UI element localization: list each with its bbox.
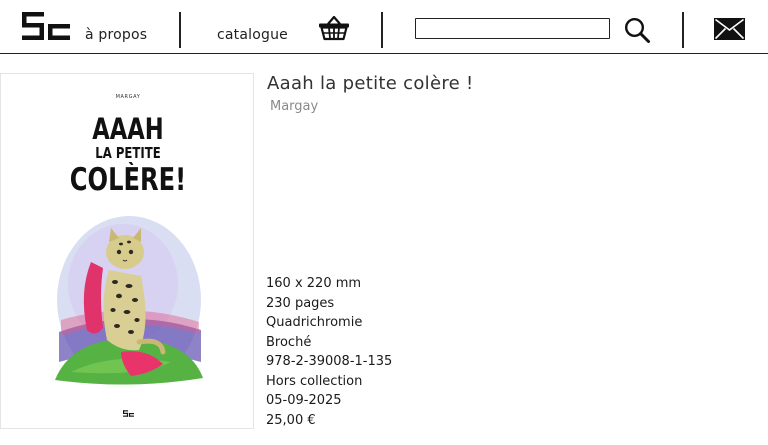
search-button[interactable] xyxy=(624,17,651,48)
logo-5c-icon xyxy=(22,12,70,40)
book-cover[interactable]: MARGAY AAAH LA PETITE COLÈRE! xyxy=(0,73,254,429)
divider xyxy=(682,12,684,48)
book-specs: 160 x 220 mm 230 pages Quadrichromie Bro… xyxy=(266,274,392,430)
cover-title-line: COLÈRE! xyxy=(69,162,187,198)
logo-5c-icon xyxy=(123,410,134,417)
cover-author: MARGAY xyxy=(115,94,141,100)
spec-collection: Hors collection xyxy=(266,373,363,389)
basket-icon xyxy=(319,15,349,41)
nav-catalogue-link[interactable]: catalogue xyxy=(217,27,288,43)
divider xyxy=(381,12,383,48)
book-author-link[interactable]: Margay xyxy=(270,99,318,114)
site-logo[interactable] xyxy=(22,12,70,44)
cover-publisher-logo xyxy=(123,402,134,421)
cover-illustration xyxy=(51,212,206,391)
spec-binding: Broché xyxy=(266,334,312,350)
spec-price: 25,00 € xyxy=(266,412,316,428)
search-input[interactable] xyxy=(415,18,610,39)
envelope-icon xyxy=(714,18,745,40)
magnifier-icon xyxy=(624,17,650,43)
cover-title-line: AAAH xyxy=(92,112,164,146)
basket-button[interactable] xyxy=(318,15,350,45)
spec-release-date: 05-09-2025 xyxy=(266,393,342,408)
nav-about-link[interactable]: à propos xyxy=(85,27,147,43)
margay-cat-illustration xyxy=(55,216,203,385)
book-title: Aaah la petite colère ! xyxy=(267,73,474,94)
cover-title-line: LA PETITE xyxy=(95,144,161,162)
spec-isbn: 978-2-39008-1-135 xyxy=(266,354,393,369)
spec-format: 160 x 220 mm xyxy=(266,276,362,291)
spec-printing: Quadrichromie xyxy=(266,315,363,330)
contact-mail-button[interactable] xyxy=(714,18,745,44)
site-header: à propos catalogue xyxy=(0,0,768,54)
divider xyxy=(179,12,181,48)
spec-pages: 230 pages xyxy=(266,295,335,311)
